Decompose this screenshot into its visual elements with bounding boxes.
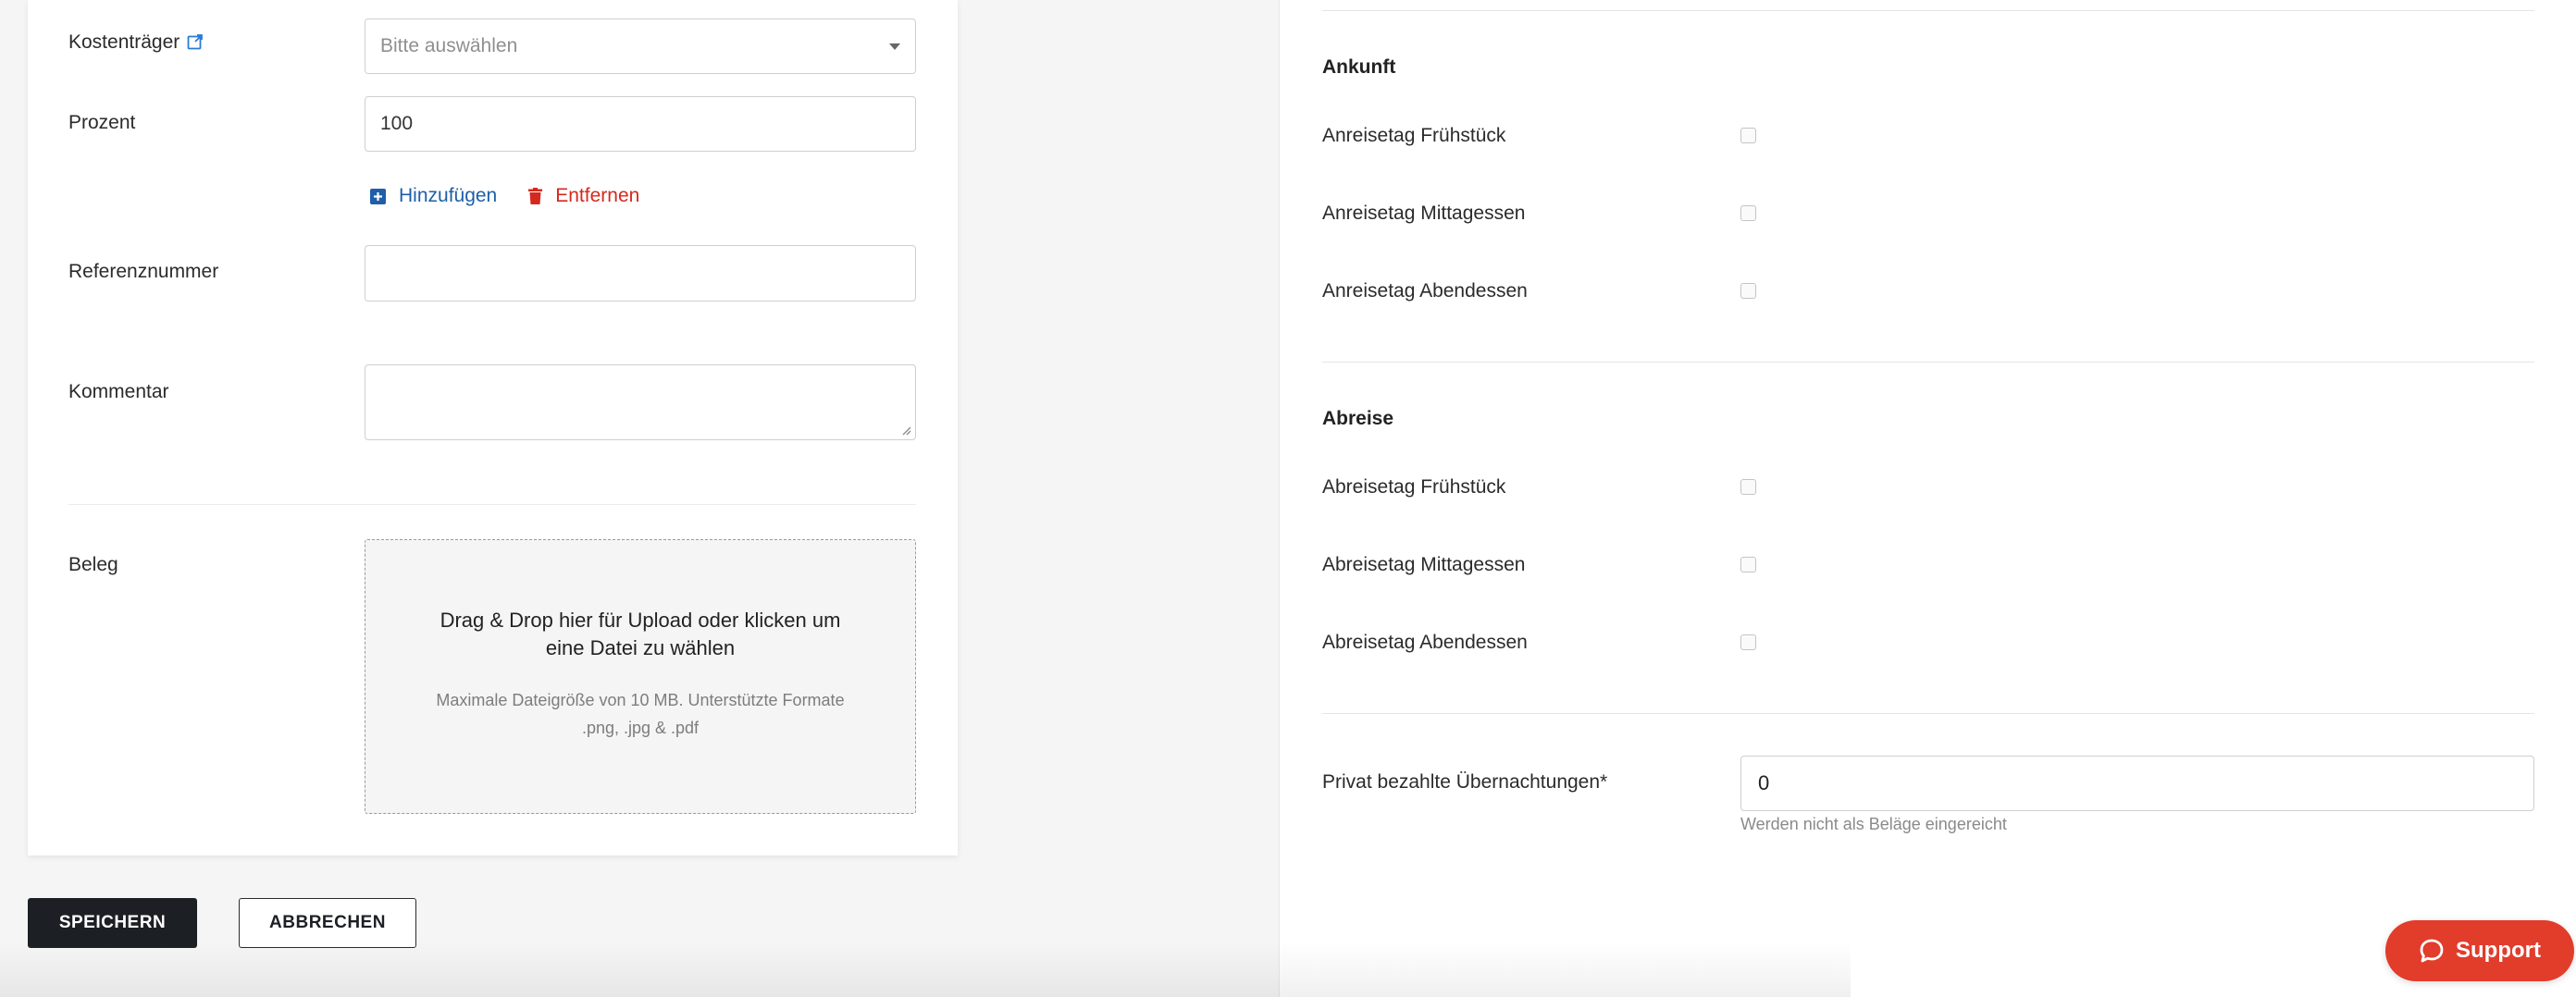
departure-dinner-checkbox[interactable] bbox=[1740, 634, 1756, 650]
remove-button[interactable]: Entfernen bbox=[528, 185, 639, 207]
referenznummer-input[interactable] bbox=[365, 245, 916, 302]
kommentar-textarea[interactable] bbox=[365, 364, 916, 440]
arrival-dinner-label: Anreisetag Abendessen bbox=[1322, 280, 1528, 302]
private-nights-hint: Werden nicht als Beläge eingereicht bbox=[1740, 815, 2007, 833]
save-button[interactable]: SPEICHERN bbox=[28, 898, 197, 948]
section-divider bbox=[1322, 362, 2534, 363]
add-button[interactable]: Hinzufügen bbox=[370, 185, 497, 207]
arrival-lunch-checkbox[interactable] bbox=[1740, 205, 1756, 221]
prozent-label: Prozent bbox=[68, 112, 136, 133]
kostentraeger-label: Kostenträger bbox=[68, 31, 204, 54]
section-divider bbox=[1322, 10, 2534, 11]
kostentraeger-select[interactable]: Bitte auswählen bbox=[365, 18, 916, 74]
kostentraeger-select-value: Bitte auswählen bbox=[380, 35, 518, 56]
private-nights-label: Privat bezahlte Übernachtungen* bbox=[1322, 771, 1608, 793]
remove-button-label: Entfernen bbox=[555, 185, 640, 206]
departure-breakfast-label: Abreisetag Frühstück bbox=[1322, 476, 1506, 498]
arrival-breakfast-checkbox[interactable] bbox=[1740, 128, 1756, 143]
private-nights-value: 0 bbox=[1758, 771, 1770, 794]
departure-lunch-checkbox[interactable] bbox=[1740, 557, 1756, 572]
arrival-title: Ankunft bbox=[1322, 56, 1396, 78]
add-button-label: Hinzufügen bbox=[399, 185, 498, 206]
departure-title: Abreise bbox=[1322, 408, 1394, 429]
support-button[interactable]: Support bbox=[2385, 920, 2574, 981]
departure-dinner-label: Abreisetag Abendessen bbox=[1322, 632, 1528, 653]
chevron-down-icon bbox=[889, 43, 900, 50]
dropzone-title: Drag & Drop hier für Upload oder klicken… bbox=[440, 609, 841, 659]
beleg-label: Beleg bbox=[68, 554, 118, 575]
prozent-input[interactable]: 100 bbox=[365, 96, 916, 152]
chat-bubble-icon bbox=[2420, 939, 2444, 963]
kommentar-label: Kommentar bbox=[68, 381, 169, 402]
cancel-button[interactable]: ABBRECHEN bbox=[239, 898, 416, 948]
departure-breakfast-checkbox[interactable] bbox=[1740, 479, 1756, 495]
expense-form-card: Kostenträger Bitte auswählen Prozent 100… bbox=[28, 0, 958, 855]
receipt-dropzone[interactable]: Drag & Drop hier für Upload oder klicken… bbox=[365, 539, 916, 814]
external-link-icon[interactable] bbox=[187, 33, 204, 50]
prozent-input-value: 100 bbox=[380, 113, 414, 134]
split-actions: Hinzufügen Entfernen bbox=[370, 185, 639, 207]
arrival-dinner-checkbox[interactable] bbox=[1740, 283, 1756, 299]
plus-square-icon bbox=[370, 188, 386, 204]
support-button-label: Support bbox=[2456, 938, 2541, 963]
trash-icon bbox=[528, 188, 543, 204]
arrival-lunch-label: Anreisetag Mittagessen bbox=[1322, 203, 1526, 224]
referenznummer-label: Referenznummer bbox=[68, 261, 219, 282]
section-divider bbox=[1322, 713, 2534, 714]
kostentraeger-label-text: Kostenträger bbox=[68, 31, 180, 53]
resize-handle-icon[interactable] bbox=[900, 425, 911, 436]
form-divider bbox=[68, 504, 916, 505]
departure-lunch-label: Abreisetag Mittagessen bbox=[1322, 554, 1526, 575]
dropzone-hint: Maximale Dateigröße von 10 MB. Unterstüt… bbox=[436, 691, 845, 737]
arrival-breakfast-label: Anreisetag Frühstück bbox=[1322, 125, 1506, 146]
private-nights-input[interactable]: 0 bbox=[1740, 756, 2534, 811]
meals-panel: Ankunft Anreisetag Frühstück Anreisetag … bbox=[1279, 0, 2576, 997]
